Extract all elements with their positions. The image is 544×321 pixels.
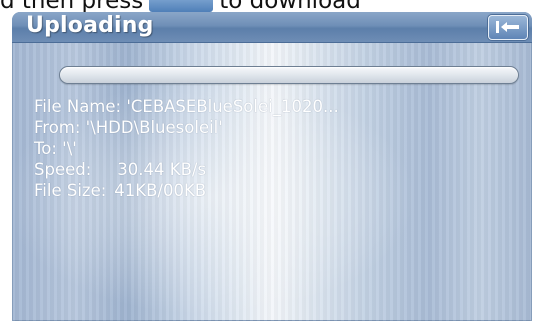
dialog-title: Uploading: [26, 13, 154, 38]
speed-value: 30.44 KB/s: [117, 160, 207, 179]
file-size-value: 41KB/00KB: [114, 181, 207, 200]
from-path-text: From: '\HDD\Bluesoleil': [34, 118, 223, 137]
file-name-text: File Name: 'CEBASEBlueSolei_1020...: [34, 97, 339, 116]
speed-label: Speed:: [34, 160, 92, 179]
back-button[interactable]: [488, 15, 528, 40]
background-key-image: [149, 0, 214, 12]
file-size-label: File Size:: [34, 181, 107, 200]
dialog-titlebar: Uploading: [12, 12, 532, 43]
to-path-text: To: '\': [34, 139, 77, 158]
upload-info: File Name: 'CEBASEBlueSolei_1020... From…: [34, 96, 339, 201]
file-size-row: File Size: 41KB/00KB: [34, 180, 339, 201]
upload-dialog: Uploading File Name: 'CEBASEBlueSolei_10…: [12, 12, 532, 321]
back-arrow-icon: [496, 21, 519, 33]
speed-row: Speed: 30.44 KB/s: [34, 159, 339, 180]
upload-progress-bar: [59, 66, 519, 84]
